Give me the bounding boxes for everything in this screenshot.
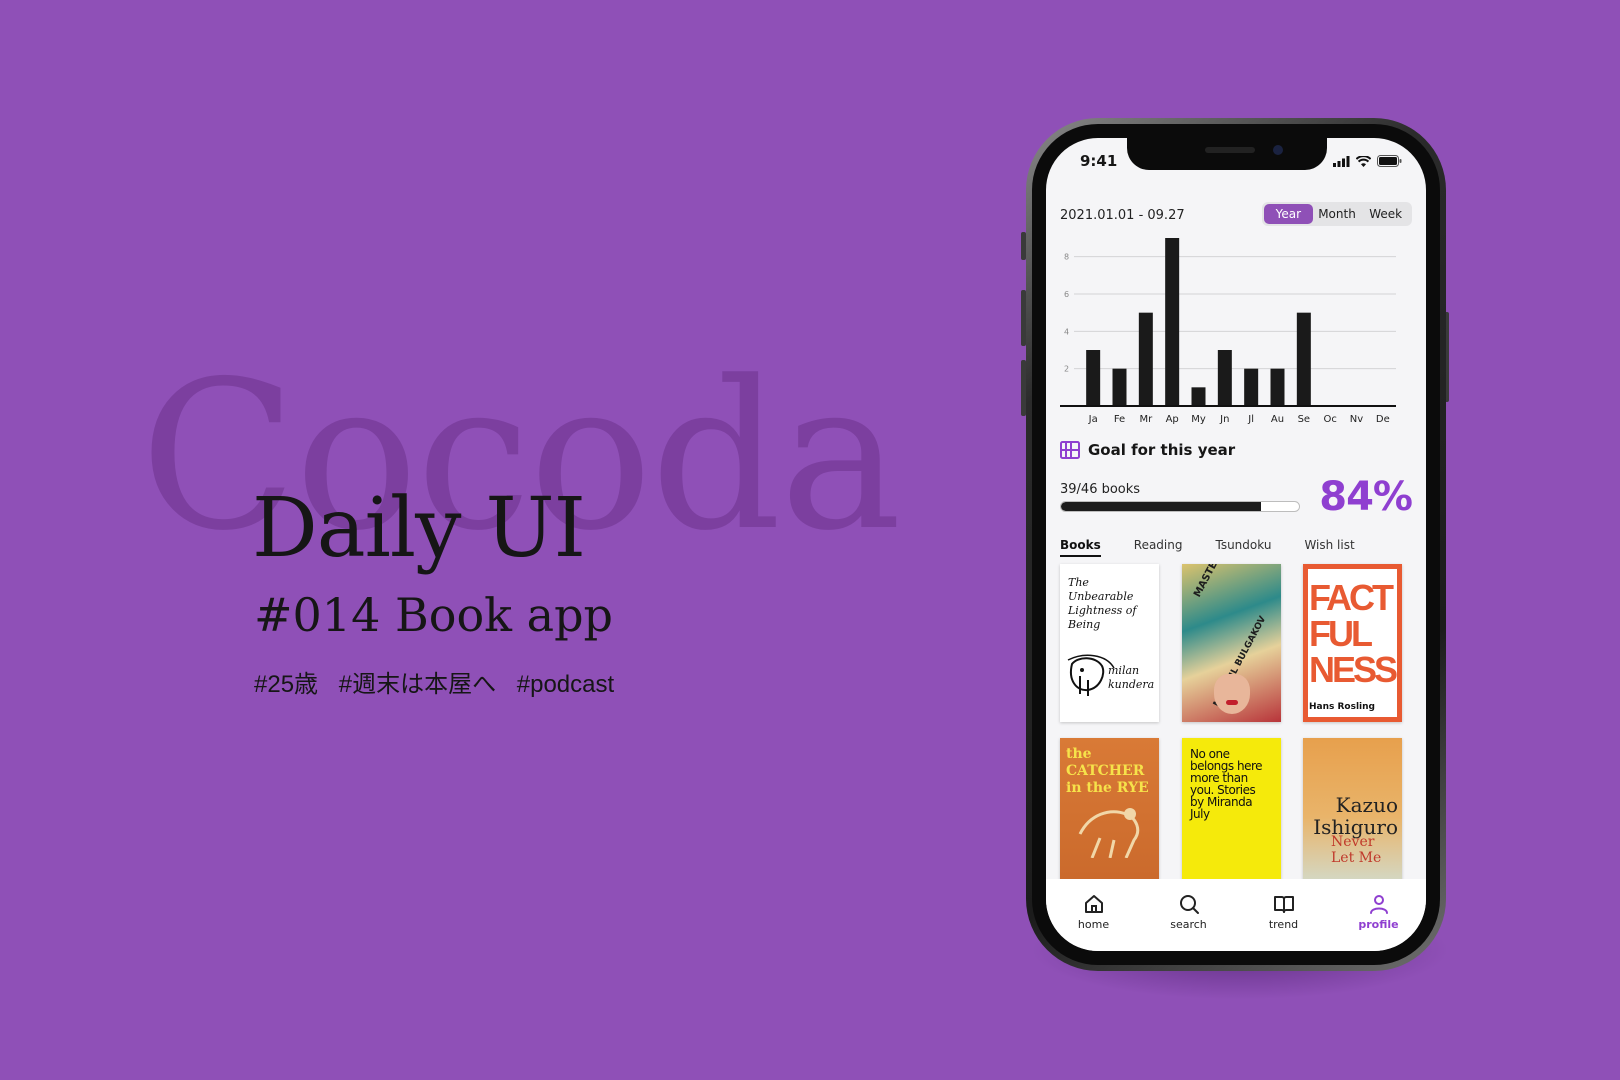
phone-frame: 9:41 2021.01.01 - 09.27 Year Month Week … xyxy=(1026,118,1446,971)
book-cover-title: No one belongs here more than you. Stori… xyxy=(1190,747,1263,821)
goal-percent: 84% xyxy=(1319,474,1413,520)
bookshelf-icon xyxy=(1060,441,1080,459)
x-tick-label: My xyxy=(1191,414,1206,425)
tab-wish-list[interactable]: Wish list xyxy=(1304,538,1354,557)
bar-jn[interactable] xyxy=(1217,350,1232,406)
hero-tag: #週末は本屋へ xyxy=(338,671,497,698)
period-week-button[interactable]: Week xyxy=(1361,204,1410,224)
bar-my[interactable] xyxy=(1191,387,1206,406)
nav-home-label: home xyxy=(1077,918,1110,931)
carousel-horse-illustration xyxy=(1078,808,1140,858)
y-tick-label: 2 xyxy=(1064,365,1069,374)
face-illustration xyxy=(1214,674,1250,714)
tab-books[interactable]: Books xyxy=(1060,538,1101,557)
user-icon xyxy=(1369,895,1388,914)
goal-header: Goal for this year xyxy=(1060,441,1235,459)
x-tick-label: De xyxy=(1376,414,1390,425)
period-month-button[interactable]: Month xyxy=(1313,204,1362,224)
book-cover-author: Hans Rosling xyxy=(1309,702,1375,712)
tab-reading[interactable]: Reading xyxy=(1134,538,1183,557)
bar-au[interactable] xyxy=(1270,368,1285,406)
goal-title: Goal for this year xyxy=(1088,441,1236,459)
library-tabs: Books Reading Tsundoku Wish list xyxy=(1060,538,1388,557)
y-tick-label: 4 xyxy=(1064,327,1069,336)
bottom-navigation: home search trend profile xyxy=(1046,879,1426,951)
book-cover-title: The Unbearable Lightness of Being xyxy=(1068,576,1137,631)
nav-trend[interactable]: trend xyxy=(1249,893,1319,931)
hero-tag: #25歳 xyxy=(254,671,319,698)
front-camera xyxy=(1273,145,1283,155)
bar-jl[interactable] xyxy=(1244,368,1259,406)
book-cover-title: Never Let Me xyxy=(1331,834,1382,866)
x-tick-label: Fe xyxy=(1114,414,1125,425)
book-cover-title: the CATCHER in the RYE xyxy=(1066,746,1149,796)
x-tick-label: Jn xyxy=(1219,414,1229,425)
book-cover[interactable]: The Unbearable Lightness of Being milan … xyxy=(1060,564,1159,722)
x-tick-label: Mr xyxy=(1139,414,1153,425)
hero-tags: #25歳 #週末は本屋へ #podcast xyxy=(254,664,628,699)
nav-trend-label: trend xyxy=(1268,918,1299,931)
bar-mr[interactable] xyxy=(1138,312,1153,406)
notch xyxy=(1127,138,1327,170)
hero-title: Daily UI xyxy=(252,481,586,576)
x-tick-label: Se xyxy=(1298,414,1311,425)
book-cover[interactable]: FACT FUL NESS Hans Rosling xyxy=(1303,564,1402,722)
hero-subtitle: #014 Book app xyxy=(254,588,613,642)
goal-count: 39/46 books xyxy=(1060,482,1141,497)
goal-progress-bar xyxy=(1060,501,1300,512)
bar-ap[interactable] xyxy=(1165,238,1180,406)
hero-tag: #podcast xyxy=(516,671,615,698)
x-tick-label: Jl xyxy=(1247,414,1254,425)
book-open-icon xyxy=(1273,896,1294,913)
period-segmented-control: Year Month Week xyxy=(1262,202,1412,226)
book-cover[interactable]: Kazuo Ishiguro Never Let Me xyxy=(1303,738,1402,896)
goal-progress-fill xyxy=(1061,502,1261,511)
bar-fe[interactable] xyxy=(1112,368,1127,406)
nav-search-label: search xyxy=(1170,918,1207,931)
book-cover[interactable]: MASTER & MARGARITA MIKHAIL BULGAKOV xyxy=(1182,564,1281,722)
status-time: 9:41 xyxy=(1080,152,1118,170)
battery-icon xyxy=(1377,155,1402,167)
bar-se[interactable] xyxy=(1296,312,1311,406)
x-tick-label: Au xyxy=(1271,414,1284,425)
signal-icon xyxy=(1333,155,1350,167)
lips-illustration xyxy=(1226,700,1238,705)
y-tick-label: 6 xyxy=(1064,290,1069,299)
x-tick-label: Oc xyxy=(1323,414,1336,425)
nav-profile-label: profile xyxy=(1358,918,1399,931)
book-cover[interactable]: No one belongs here more than you. Stori… xyxy=(1182,738,1281,896)
tab-tsundoku[interactable]: Tsundoku xyxy=(1215,538,1271,557)
search-icon xyxy=(1179,895,1199,914)
status-icons xyxy=(1333,155,1402,167)
book-cover-title: FACT FUL NESS xyxy=(1309,577,1398,690)
nav-profile[interactable]: profile xyxy=(1344,893,1414,931)
speaker xyxy=(1205,147,1255,153)
x-tick-label: Nv xyxy=(1350,414,1363,425)
nav-search[interactable]: search xyxy=(1154,893,1224,931)
book-cover-title: MASTER & MARGARITA xyxy=(1192,564,1262,599)
monthly-reading-chart: 2 4 6 8 Ja Fe Mr Ap My Jn Jl Au Se Oc Nv De xyxy=(1060,238,1396,425)
date-range: 2021.01.01 - 09.27 xyxy=(1060,208,1185,223)
book-cover[interactable]: the CATCHER in the RYE xyxy=(1060,738,1159,896)
book-cover-author: Kazuo Ishiguro xyxy=(1313,793,1398,839)
phone-screen: 9:41 2021.01.01 - 09.27 Year Month Week … xyxy=(1046,138,1426,951)
y-tick-label: 8 xyxy=(1064,253,1069,262)
bar-ja[interactable] xyxy=(1086,350,1101,406)
book-cover-author: milan kundera xyxy=(1108,664,1155,691)
nav-home[interactable]: home xyxy=(1059,893,1129,931)
home-icon xyxy=(1084,895,1103,913)
period-year-button[interactable]: Year xyxy=(1264,204,1313,224)
x-tick-label: Ja xyxy=(1088,414,1098,425)
wifi-icon xyxy=(1356,155,1371,167)
x-tick-label: Ap xyxy=(1166,414,1179,425)
